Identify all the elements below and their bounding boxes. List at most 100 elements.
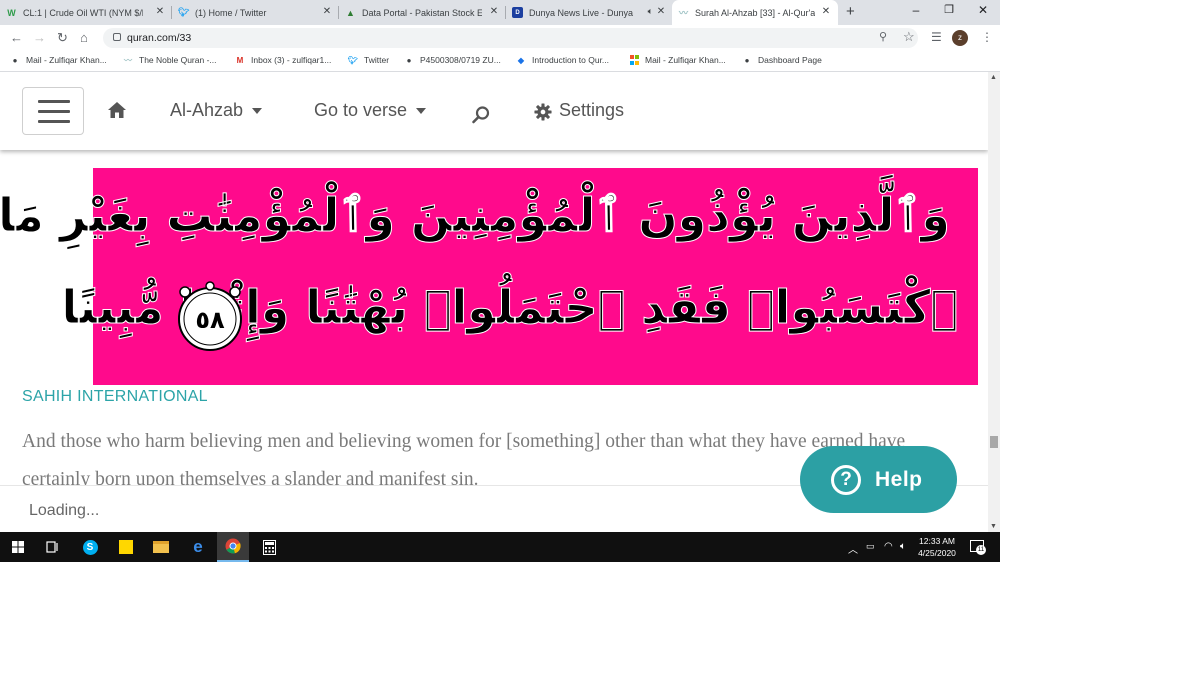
- quran-icon: 〰: [124, 55, 132, 65]
- skype-icon[interactable]: S: [74, 532, 106, 562]
- profile-avatar[interactable]: z: [952, 30, 968, 46]
- bookmark-label: Twitter: [364, 55, 390, 65]
- reload-button[interactable]: ↻: [57, 30, 68, 46]
- bookmark-label: Introduction to Qur...: [532, 55, 610, 65]
- new-tab-button[interactable]: +: [846, 3, 855, 20]
- zoom-icon[interactable]: ⚲: [879, 30, 887, 43]
- close-icon[interactable]: ✕: [655, 6, 667, 17]
- surah-dropdown[interactable]: Al-Ahzab: [170, 100, 263, 121]
- settings-label: Settings: [559, 100, 625, 120]
- tab-crude-oil[interactable]: W CL:1 | Crude Oil WTI (NYM $/bbl) ✕: [0, 0, 172, 25]
- gmail-icon: M: [236, 55, 244, 65]
- verse-arabic-line-1: وَٱلَّذِينَ يُؤْذُونَ ٱلْمُؤْمِنِينَ وَٱ…: [0, 188, 950, 243]
- kebab-menu-icon[interactable]: ⋮: [981, 30, 993, 44]
- bookmark-label: Mail - Zulfiqar Khan...: [645, 55, 726, 65]
- system-clock[interactable]: 12:33 AM 4/25/2020: [912, 535, 962, 559]
- scroll-up-arrow-icon[interactable]: ▲: [990, 74, 997, 81]
- loading-text: Loading...: [29, 502, 100, 519]
- tab-quran[interactable]: 〰 Surah Al-Ahzab [33] - Al-Qur'an ✕: [672, 0, 838, 25]
- home-icon[interactable]: [107, 100, 127, 120]
- tab-title: Data Portal - Pakistan Stock Exchange: [362, 7, 482, 18]
- gear-icon[interactable]: [534, 103, 552, 121]
- verse-image: وَٱلَّذِينَ يُؤْذُونَ ٱلْمُؤْمِنِينَ وَٱ…: [0, 168, 978, 385]
- settings-button[interactable]: Settings: [559, 100, 624, 121]
- close-icon[interactable]: ✕: [488, 6, 500, 17]
- minimize-button[interactable]: –: [906, 3, 926, 17]
- window-close-button[interactable]: ✕: [973, 3, 993, 17]
- battery-icon[interactable]: ▭: [866, 541, 875, 552]
- bookmark-item[interactable]: 🐦︎ Twitter: [348, 55, 389, 65]
- site-navbar: Al-Ahzab Go to verse Settings: [0, 72, 988, 150]
- tab-title: Surah Al-Ahzab [33] - Al-Qur'an: [695, 7, 815, 18]
- ayah-number: ٥٨: [195, 306, 225, 334]
- marketwatch-icon: W: [7, 7, 16, 18]
- bookmark-item[interactable]: ● P4500308/0719 ZU...: [404, 55, 501, 65]
- tab-twitter[interactable]: 🐦︎ (1) Home / Twitter ✕: [172, 0, 339, 25]
- bookmark-label: Dashboard Page: [758, 55, 822, 65]
- bookmarks-bar: ● Mail - Zulfiqar Khan... 〰 The Noble Qura…: [0, 51, 1000, 72]
- browser-toolbar: ← → ↻ ⌂ quran.com/33 ⚲ ☆ ☰ z ⋮: [0, 25, 1000, 51]
- bookmark-star-icon[interactable]: ☆: [903, 29, 915, 45]
- chevron-down-icon: [416, 107, 427, 114]
- twitter-icon: 🐦︎: [177, 7, 190, 17]
- tab-title: CL:1 | Crude Oil WTI (NYM $/bbl): [23, 7, 143, 18]
- twitter-icon: 🐦︎: [347, 55, 359, 65]
- lock-icon: [113, 33, 121, 41]
- help-label: Help: [875, 467, 923, 491]
- sticky-notes-icon[interactable]: [110, 532, 142, 562]
- tab-strip: W CL:1 | Crude Oil WTI (NYM $/bbl) ✕ 🐦︎ …: [0, 0, 1000, 25]
- diamond-icon: ◆: [517, 55, 525, 65]
- restore-button[interactable]: ❐: [939, 3, 959, 16]
- url-text: quran.com/33: [127, 32, 192, 44]
- help-button[interactable]: ? Help: [800, 446, 957, 513]
- bookmark-label: P4500308/0719 ZU...: [420, 55, 501, 65]
- page-scrollbar[interactable]: ▲ ▼: [988, 72, 1000, 532]
- close-icon[interactable]: ✕: [321, 6, 333, 17]
- bookmark-item[interactable]: ● Mail - Zulfiqar Khan...: [10, 55, 107, 65]
- close-icon[interactable]: ✕: [820, 6, 832, 17]
- forward-button[interactable]: →: [33, 30, 46, 45]
- scroll-thumb[interactable]: [990, 436, 998, 448]
- psx-icon: ▲: [346, 7, 355, 18]
- question-icon: ?: [831, 464, 861, 495]
- home-button[interactable]: ⌂: [80, 30, 88, 45]
- close-icon[interactable]: ✕: [154, 6, 166, 17]
- microsoft-icon: [629, 55, 639, 65]
- globe-icon: ●: [744, 55, 750, 65]
- goto-verse-label: Go to verse: [314, 100, 408, 120]
- bookmark-item[interactable]: Mail - Zulfiqar Khan...: [629, 55, 726, 65]
- back-button[interactable]: ←: [10, 30, 23, 45]
- tab-dunya[interactable]: D Dunya News Live - Dunya 🔈︎ ✕: [506, 0, 673, 25]
- translation-label: SAHIH INTERNATIONAL: [22, 388, 208, 405]
- tray-chevron-up-icon[interactable]: ︿: [848, 541, 858, 556]
- scroll-down-arrow-icon[interactable]: ▼: [990, 523, 997, 530]
- volume-icon[interactable]: 🔈︎: [900, 541, 906, 552]
- notification-center-icon[interactable]: 11: [970, 540, 986, 555]
- bookmark-item[interactable]: ◆ Introduction to Qur...: [516, 55, 609, 65]
- address-bar[interactable]: quran.com/33 ⚲ ☆: [103, 28, 918, 48]
- menu-bar: [38, 120, 70, 123]
- hamburger-menu-button[interactable]: [22, 87, 84, 135]
- bookmark-item[interactable]: 〰 The Noble Quran -...: [123, 55, 216, 65]
- tab-psx[interactable]: ▲ Data Portal - Pakistan Stock Exchange …: [339, 0, 506, 25]
- media-control-icon[interactable]: ☰: [931, 30, 942, 44]
- task-view-icon[interactable]: [37, 532, 69, 562]
- bookmark-item[interactable]: ● Dashboard Page: [742, 55, 822, 65]
- chevron-down-icon: [252, 107, 263, 114]
- windows-start-icon[interactable]: [2, 532, 34, 562]
- clock-date: 4/25/2020: [918, 548, 956, 558]
- bookmark-item[interactable]: M Inbox (3) - zulfiqar1...: [235, 55, 332, 65]
- screen: W CL:1 | Crude Oil WTI (NYM $/bbl) ✕ 🐦︎ …: [0, 0, 1000, 562]
- calculator-icon[interactable]: [253, 532, 285, 562]
- chrome-icon[interactable]: [217, 532, 249, 562]
- edge-icon[interactable]: e: [182, 532, 214, 562]
- clock-time: 12:33 AM: [919, 536, 955, 546]
- wifi-icon[interactable]: ◠: [884, 541, 893, 552]
- surah-dropdown-label: Al-Ahzab: [170, 100, 244, 120]
- notification-count: 11: [976, 545, 986, 555]
- search-icon[interactable]: [471, 105, 491, 125]
- goto-verse-dropdown[interactable]: Go to verse: [314, 100, 427, 121]
- file-explorer-icon[interactable]: [145, 532, 177, 562]
- speaker-icon[interactable]: 🔈︎: [648, 6, 653, 17]
- windows-taskbar: S e ︿ ▭ ◠ 🔈︎ 12:33 AM 4/25/2020 11: [0, 532, 1000, 562]
